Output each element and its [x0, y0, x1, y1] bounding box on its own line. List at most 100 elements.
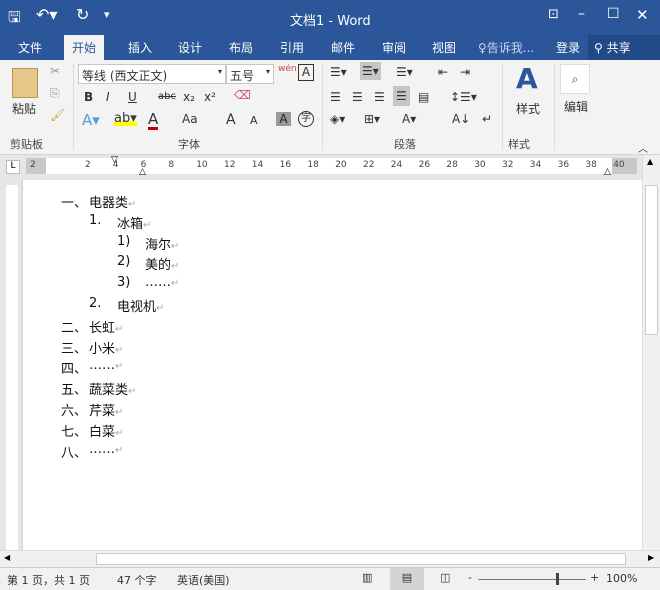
clear-formatting-icon[interactable]: ⌫: [234, 88, 251, 102]
language[interactable]: 英语(美国): [177, 572, 230, 588]
list-item-text[interactable]: ……↵: [89, 442, 123, 457]
align-left-icon[interactable]: ☰: [330, 90, 341, 104]
sort-icon[interactable]: A↓: [452, 112, 470, 126]
hanging-indent-marker[interactable]: △: [139, 167, 146, 177]
bullets-icon[interactable]: ☰▾: [330, 65, 347, 79]
right-indent-marker[interactable]: △: [604, 167, 611, 177]
grow-font-button[interactable]: A: [226, 112, 236, 128]
tab-insert[interactable]: 插入: [128, 39, 152, 56]
multilevel-list-icon[interactable]: ☰▾: [396, 65, 413, 79]
tab-view[interactable]: 视图: [432, 39, 456, 56]
font-name-select[interactable]: 等线 (西文正文) ▾: [78, 64, 226, 84]
list-item-text[interactable]: 电器类↵: [89, 192, 136, 211]
tab-review[interactable]: 审阅: [382, 39, 406, 56]
horizontal-scrollbar[interactable]: ◀ ▶: [0, 550, 660, 567]
list-item-text[interactable]: 电视机↵: [117, 296, 164, 315]
copy-icon[interactable]: ⎘: [50, 86, 60, 101]
print-layout-icon[interactable]: ▤: [390, 568, 424, 590]
list-item-text[interactable]: 冰箱↵: [117, 213, 151, 232]
distributed-icon[interactable]: ▤: [418, 90, 429, 104]
scroll-thumb[interactable]: [645, 185, 658, 335]
highlight-icon[interactable]: ab▾: [114, 111, 137, 126]
page-count[interactable]: 第 1 页，共 1 页: [7, 572, 90, 588]
find-icon[interactable]: ⌕: [560, 64, 590, 94]
styles-button[interactable]: 样式: [516, 100, 540, 117]
list-item-text[interactable]: 长虹↵: [89, 317, 123, 336]
list-item-text[interactable]: 白菜↵: [89, 421, 123, 440]
char-shading-icon[interactable]: A: [276, 112, 291, 126]
font-color-icon[interactable]: A: [148, 111, 159, 130]
superscript-button[interactable]: x²: [204, 90, 216, 104]
tell-me-search[interactable]: ♀告诉我...: [478, 39, 534, 56]
document-page[interactable]: 一、 电器类↵ 1. 冰箱↵ 1) 海尔↵ 2) 美的↵ 3) ……↵ 2. 电视机↵ 二、 长虹↵ 三、小…: [22, 180, 642, 550]
zoom-in-button[interactable]: +: [590, 571, 599, 584]
list-item-text[interactable]: ……↵: [145, 275, 179, 290]
web-layout-icon[interactable]: ◫: [440, 571, 450, 584]
format-painter-icon[interactable]: 🖌: [50, 108, 65, 122]
list-item-text[interactable]: 芹菜↵: [89, 400, 123, 419]
tab-references[interactable]: 引用: [280, 39, 304, 56]
redo-icon[interactable]: ↻: [76, 5, 89, 24]
strikethrough-button[interactable]: abc: [158, 91, 176, 102]
collapse-ribbon-icon[interactable]: ︿: [638, 140, 648, 155]
sign-in-link[interactable]: 登录: [556, 39, 580, 56]
decrease-indent-icon[interactable]: ⇤: [438, 65, 448, 79]
undo-icon[interactable]: ↶▾: [36, 5, 57, 24]
tab-layout[interactable]: 布局: [229, 39, 253, 56]
cut-icon[interactable]: ✂: [50, 64, 60, 78]
subscript-button[interactable]: x₂: [183, 90, 195, 104]
word-count[interactable]: 47 个字: [117, 572, 157, 588]
bold-button[interactable]: B: [84, 90, 93, 104]
list-item-text[interactable]: 蔬菜类↵: [89, 379, 136, 398]
hscroll-thumb[interactable]: [96, 553, 626, 565]
increase-indent-icon[interactable]: ⇥: [460, 65, 470, 79]
list-item-text[interactable]: 小米↵: [89, 338, 123, 357]
list-item-text[interactable]: 海尔↵: [145, 234, 179, 253]
horizontal-ruler[interactable]: L 2 2 4 6 8 10 12 14 16 18 20 22 24 26 28 30 32 34 36 38 40 …: [0, 155, 660, 180]
list-number: 四、: [61, 362, 88, 378]
zoom-out-button[interactable]: -: [468, 571, 472, 584]
change-case-button[interactable]: Aa: [182, 112, 198, 126]
tab-file[interactable]: 文件: [18, 39, 42, 56]
align-center-icon[interactable]: ☰: [352, 90, 363, 104]
minimize-button[interactable]: –: [578, 6, 585, 22]
shrink-font-button[interactable]: A: [250, 114, 258, 127]
enclose-char-icon[interactable]: 字: [298, 111, 314, 127]
close-button[interactable]: ✕: [636, 6, 649, 24]
paste-button[interactable]: 粘贴: [12, 100, 36, 117]
list-item-text[interactable]: ……↵: [89, 358, 123, 373]
ribbon-display-icon[interactable]: ⊡: [548, 7, 559, 22]
align-right-icon[interactable]: ☰: [374, 90, 385, 104]
styles-icon[interactable]: A: [516, 62, 538, 95]
customize-qat-icon[interactable]: ▾: [104, 8, 110, 21]
list-item-text[interactable]: 美的↵: [145, 254, 179, 273]
first-line-indent-marker[interactable]: ▽: [111, 155, 118, 165]
font-size-select[interactable]: 五号 ▾: [226, 64, 274, 84]
tab-design[interactable]: 设计: [178, 39, 202, 56]
save-icon[interactable]: 🖫: [8, 7, 21, 32]
maximize-button[interactable]: ☐: [607, 6, 620, 22]
borders-icon[interactable]: ⊞▾: [364, 112, 380, 126]
zoom-level[interactable]: 100%: [606, 572, 637, 585]
italic-button[interactable]: I: [106, 90, 110, 104]
show-marks-icon[interactable]: ↵: [482, 112, 492, 126]
justify-icon[interactable]: ☰: [393, 86, 410, 106]
zoom-slider[interactable]: [478, 579, 586, 580]
text-effects-icon[interactable]: A▾: [82, 111, 100, 129]
tab-home[interactable]: 开始: [64, 35, 105, 60]
phonetic-guide-icon[interactable]: wén: [278, 64, 297, 74]
underline-button[interactable]: U: [128, 90, 137, 104]
paste-icon[interactable]: [12, 68, 38, 98]
editing-button[interactable]: 编辑: [564, 98, 588, 115]
tab-selector-icon[interactable]: L: [6, 160, 20, 174]
chinese-layout-icon[interactable]: A▾: [402, 112, 416, 126]
read-mode-icon[interactable]: ▥: [362, 571, 372, 584]
line-spacing-icon[interactable]: ↕☰▾: [450, 90, 477, 104]
tab-mailings[interactable]: 邮件: [331, 39, 355, 56]
vertical-scrollbar[interactable]: ▲: [642, 155, 660, 550]
char-border-icon[interactable]: A: [298, 64, 314, 81]
shading-icon[interactable]: ◈▾: [330, 112, 345, 126]
share-button[interactable]: ⚲ 共享: [588, 35, 660, 60]
numbering-icon[interactable]: ☰▾: [360, 62, 381, 80]
zoom-slider-thumb[interactable]: [556, 573, 560, 585]
